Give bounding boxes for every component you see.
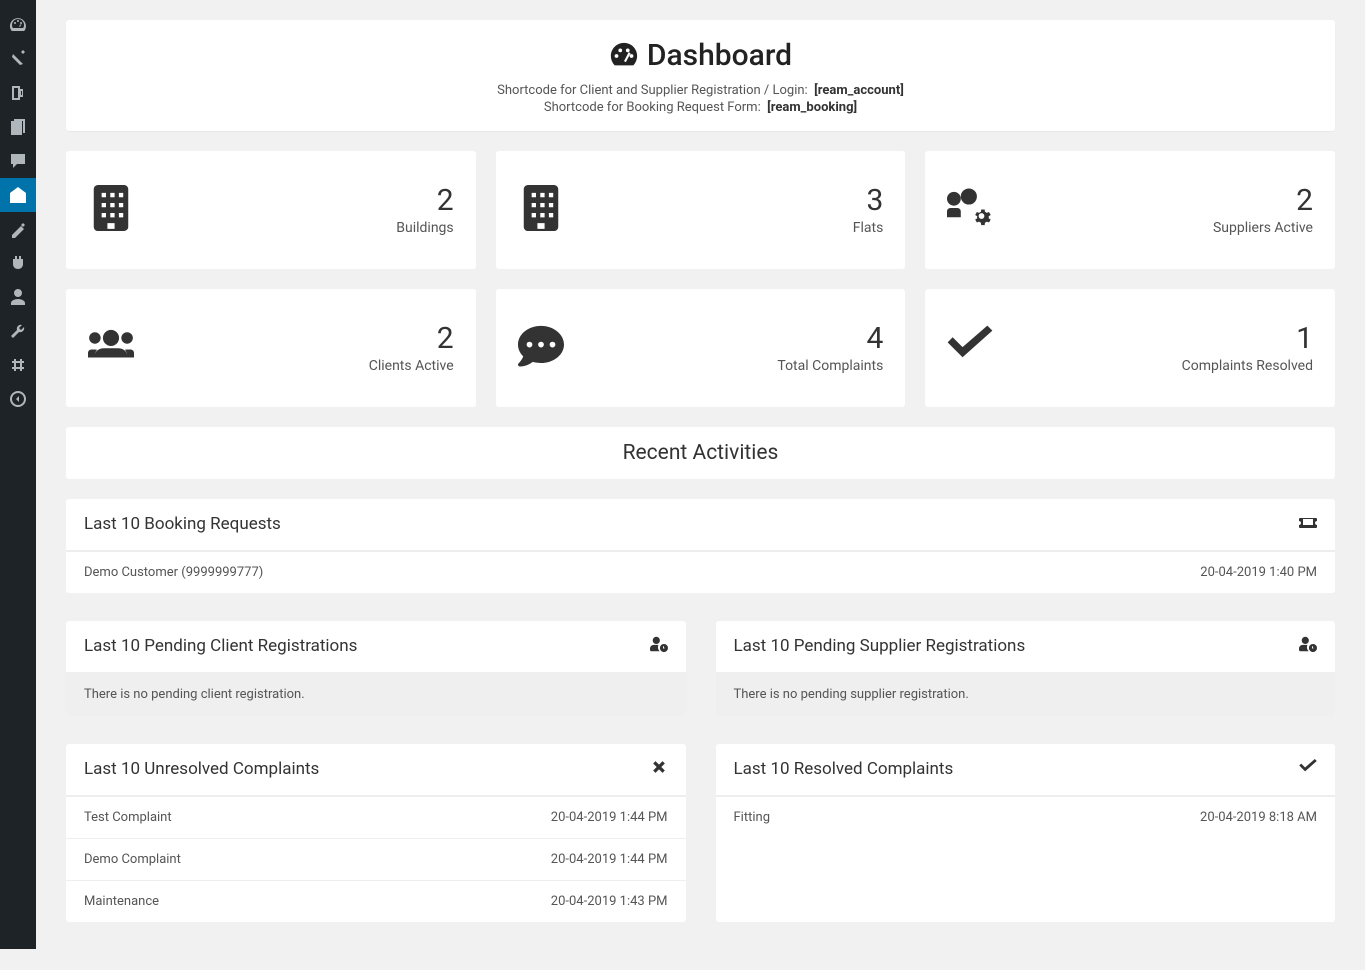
shortcode-account-code: [ream_account]	[814, 83, 904, 98]
stat-complaints: 4 Total Complaints	[496, 289, 906, 407]
booking-customer: Demo Customer (9999999777)	[84, 565, 263, 580]
wp-admin-sidebar	[0, 0, 36, 949]
dashboard-header-card: Dashboard Shortcode for Client and Suppl…	[66, 20, 1335, 131]
shortcode-booking-line: Shortcode for Booking Request Form: [rea…	[86, 100, 1315, 115]
stat-suppliers: 2 Suppliers Active	[925, 151, 1335, 269]
ticket-icon	[1299, 513, 1317, 536]
stat-buildings: 2 Buildings	[66, 151, 476, 269]
sidebar-item-comments[interactable]	[0, 144, 36, 178]
shortcode-booking-code: [ream_booking]	[767, 100, 857, 115]
panel-unresolved: Last 10 Unresolved Complaints Test Compl…	[66, 744, 686, 922]
complaint-row[interactable]: Demo Complaint 20-04-2019 1:44 PM	[66, 838, 686, 880]
comment-icon	[518, 323, 564, 373]
panel-title: Last 10 Pending Client Registrations	[84, 636, 357, 656]
booking-date: 20-04-2019 1:40 PM	[1200, 565, 1317, 580]
stat-label: Buildings	[396, 220, 453, 236]
sidebar-item-settings[interactable]	[0, 348, 36, 382]
complaint-name: Fitting	[734, 810, 771, 825]
stat-flats: 3 Flats	[496, 151, 906, 269]
stat-label: Total Complaints	[777, 358, 883, 374]
complaint-name: Demo Complaint	[84, 852, 181, 867]
panel-resolved: Last 10 Resolved Complaints Fitting 20-0…	[716, 744, 1336, 922]
dashboard-icon	[609, 41, 639, 71]
stat-value: 2	[369, 321, 454, 356]
stat-label: Suppliers Active	[1213, 220, 1313, 236]
sidebar-item-media[interactable]	[0, 76, 36, 110]
complaint-date: 20-04-2019 8:18 AM	[1200, 810, 1317, 825]
page-title-text: Dashboard	[647, 38, 792, 73]
booking-row[interactable]: Demo Customer (9999999777) 20-04-2019 1:…	[66, 551, 1335, 593]
check-icon	[947, 323, 993, 373]
stat-value: 2	[1213, 183, 1313, 218]
stat-clients: 2 Clients Active	[66, 289, 476, 407]
main-content: Dashboard Shortcode for Client and Suppl…	[36, 0, 1365, 970]
sidebar-item-appearance[interactable]	[0, 212, 36, 246]
sidebar-item-dashboard[interactable]	[0, 8, 36, 42]
stat-resolved: 1 Complaints Resolved	[925, 289, 1335, 407]
stat-label: Flats	[853, 220, 884, 236]
panel-title: Last 10 Resolved Complaints	[734, 759, 954, 779]
user-clock-icon	[1299, 635, 1317, 658]
complaint-row[interactable]: Fitting 20-04-2019 8:18 AM	[716, 796, 1336, 838]
complaint-row[interactable]: Test Complaint 20-04-2019 1:44 PM	[66, 796, 686, 838]
sidebar-item-realestate[interactable]	[0, 178, 36, 212]
stat-label: Complaints Resolved	[1182, 358, 1313, 374]
complaint-row[interactable]: Maintenance 20-04-2019 1:43 PM	[66, 880, 686, 922]
panel-title: Last 10 Booking Requests	[84, 514, 281, 534]
recent-activities-header: Recent Activities	[66, 427, 1335, 479]
sidebar-item-tools[interactable]	[0, 314, 36, 348]
shortcode-account-line: Shortcode for Client and Supplier Regist…	[86, 83, 1315, 98]
panel-empty-text: There is no pending supplier registratio…	[716, 673, 1336, 716]
shortcode-account-label: Shortcode for Client and Supplier Regist…	[497, 83, 808, 98]
panel-title: Last 10 Unresolved Complaints	[84, 759, 319, 779]
sidebar-item-pages[interactable]	[0, 110, 36, 144]
panel-empty-text: There is no pending client registration.	[66, 673, 686, 716]
close-icon	[650, 758, 668, 781]
check-icon	[1299, 758, 1317, 781]
stats-row-1: 2 Buildings 3 Flats 2 Suppliers Active	[66, 151, 1335, 269]
sidebar-item-posts[interactable]	[0, 42, 36, 76]
building-icon	[88, 185, 134, 235]
sidebar-item-plugins[interactable]	[0, 246, 36, 280]
complaint-name: Test Complaint	[84, 810, 172, 825]
panel-title: Last 10 Pending Supplier Registrations	[734, 636, 1026, 656]
shortcode-booking-label: Shortcode for Booking Request Form:	[544, 100, 761, 115]
sidebar-item-collapse[interactable]	[0, 382, 36, 416]
stats-row-2: 2 Clients Active 4 Total Complaints 1 Co…	[66, 289, 1335, 407]
sidebar-item-users[interactable]	[0, 280, 36, 314]
complaint-name: Maintenance	[84, 894, 159, 909]
panel-booking-requests: Last 10 Booking Requests Demo Customer (…	[66, 499, 1335, 593]
user-clock-icon	[650, 635, 668, 658]
panel-pending-suppliers: Last 10 Pending Supplier Registrations T…	[716, 621, 1336, 716]
complaint-date: 20-04-2019 1:43 PM	[551, 894, 668, 909]
page-title: Dashboard	[609, 38, 792, 73]
stat-value: 1	[1182, 321, 1313, 356]
users-cog-icon	[947, 185, 993, 235]
building-icon	[518, 185, 564, 235]
stat-label: Clients Active	[369, 358, 454, 374]
complaint-date: 20-04-2019 1:44 PM	[551, 852, 668, 867]
stat-value: 2	[396, 183, 453, 218]
stat-value: 4	[777, 321, 883, 356]
panel-pending-clients: Last 10 Pending Client Registrations The…	[66, 621, 686, 716]
users-icon	[88, 323, 134, 373]
complaint-date: 20-04-2019 1:44 PM	[551, 810, 668, 825]
stat-value: 3	[853, 183, 884, 218]
